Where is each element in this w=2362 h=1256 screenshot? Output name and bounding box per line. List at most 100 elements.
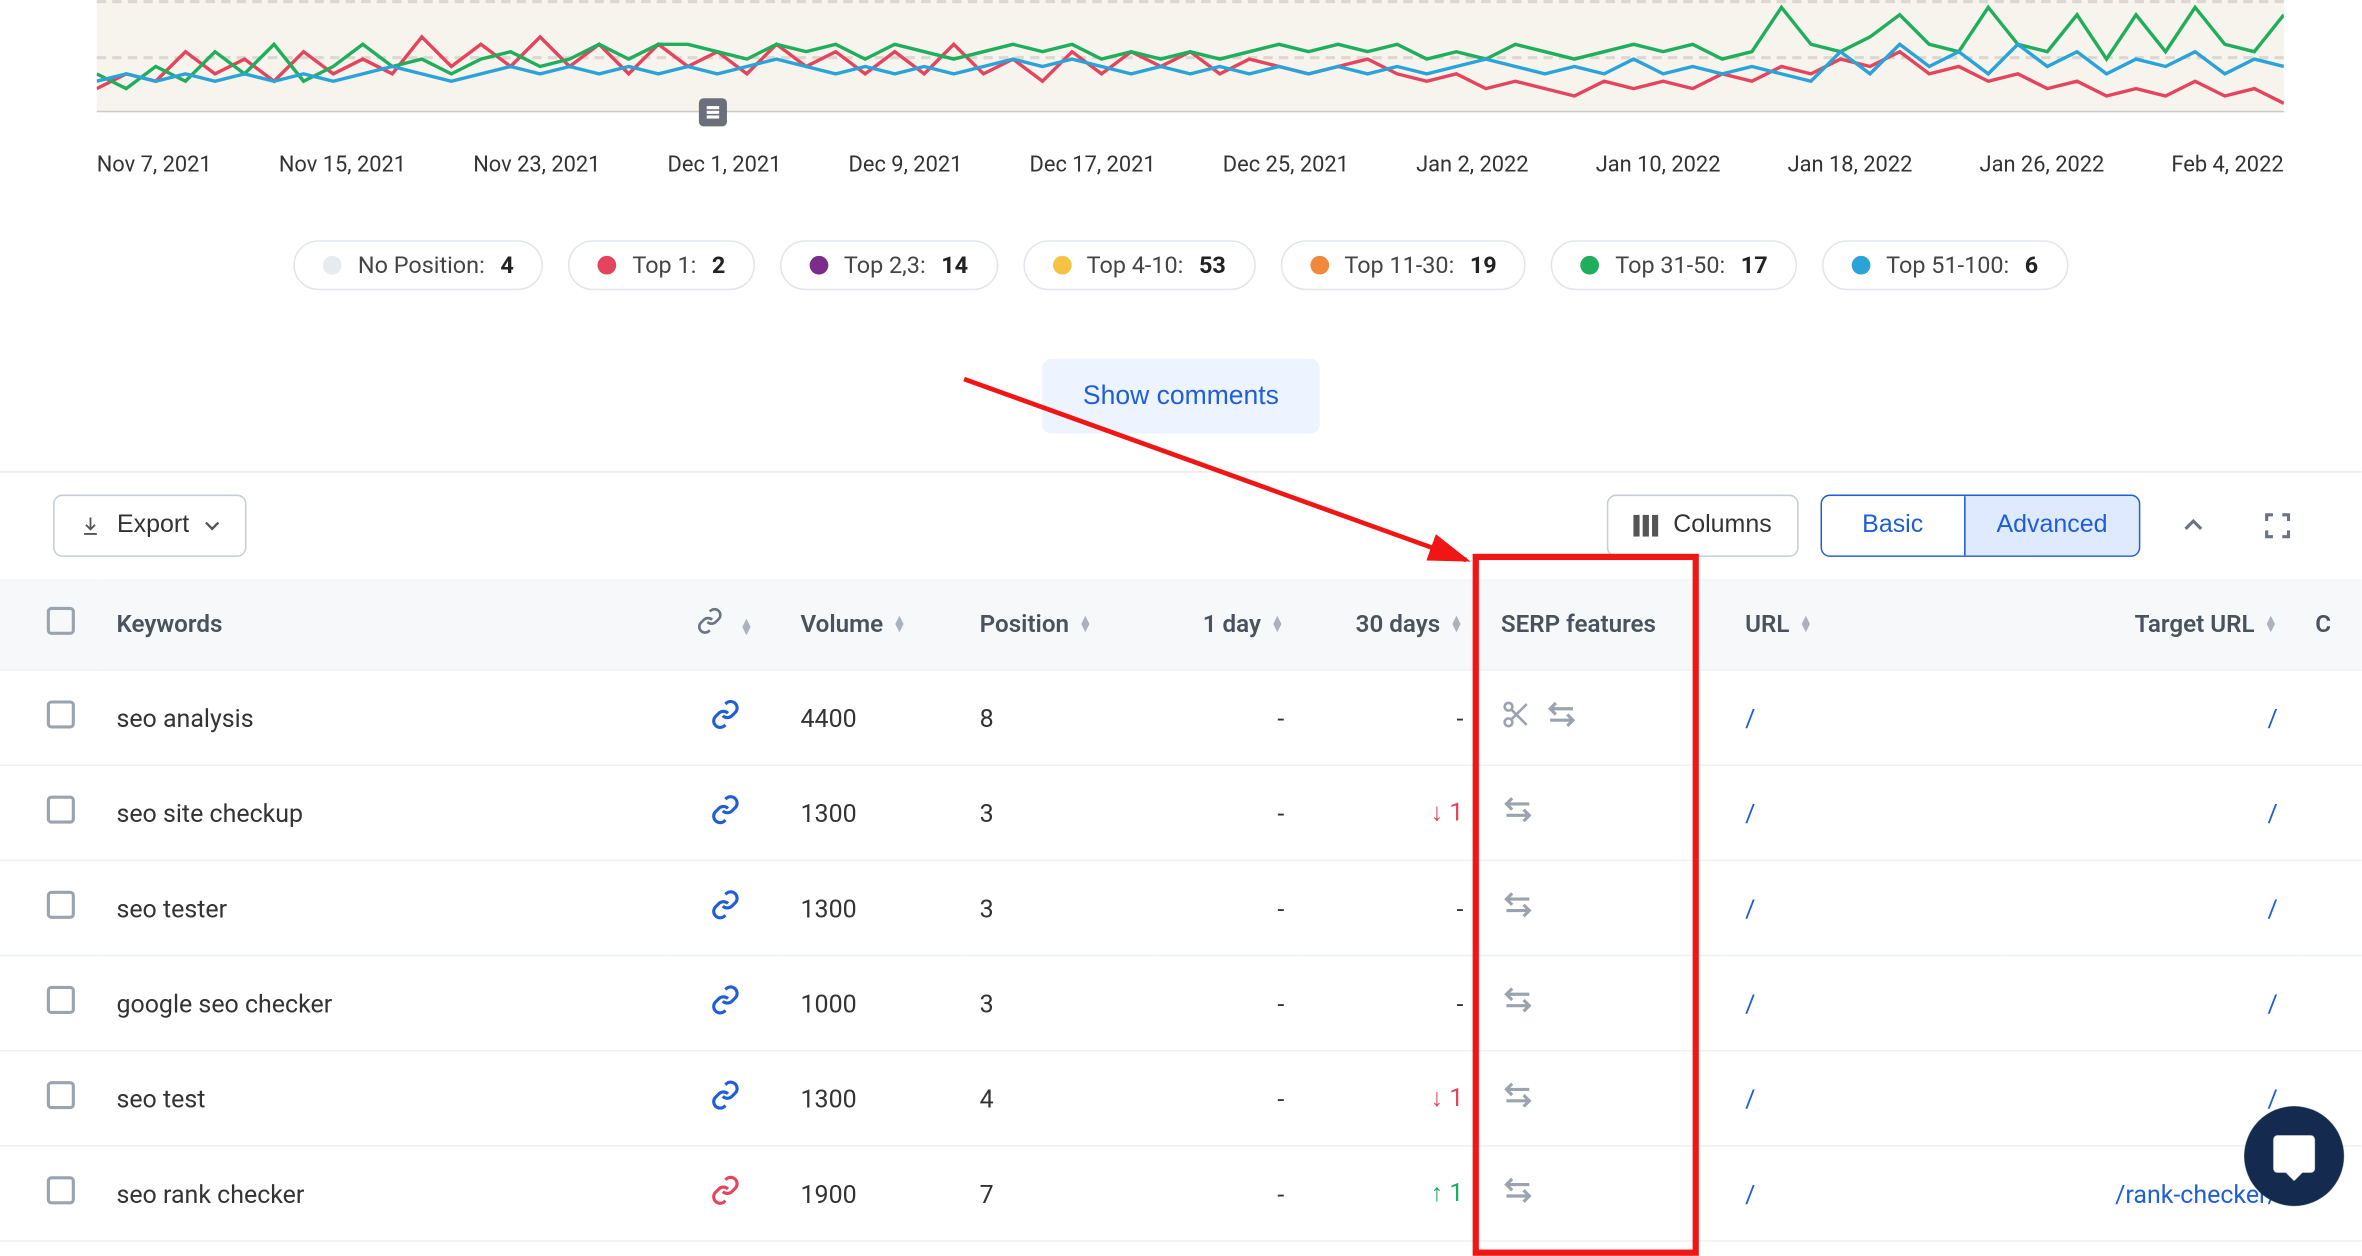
volume-cell: 1900 <box>782 1146 961 1241</box>
table-row: seo analysis44008--// <box>0 670 2362 765</box>
link-icon[interactable] <box>668 860 782 955</box>
row-checkbox[interactable] <box>47 1176 75 1204</box>
serp-cell <box>1482 670 1726 765</box>
keyword-cell[interactable]: seo site checkup <box>98 765 668 860</box>
keyword-cell[interactable]: google seo checker <box>98 955 668 1050</box>
day1-cell: - <box>1156 1051 1303 1146</box>
day1-cell: - <box>1156 1146 1303 1241</box>
select-all-checkbox[interactable] <box>47 607 75 635</box>
url-cell[interactable]: / <box>1726 860 2003 955</box>
collapse-button[interactable] <box>2162 495 2224 557</box>
keyword-cell[interactable]: seo tester <box>98 860 668 955</box>
columns-icon <box>1633 515 1658 537</box>
serp-cell <box>1482 1146 1726 1241</box>
url-cell[interactable]: / <box>1726 955 2003 1050</box>
target-url-cell[interactable]: / <box>2003 765 2296 860</box>
legend-row: No Position: 4 Top 1: 2 Top 2,3: 14 Top 4-1… <box>0 240 2362 290</box>
table-row: google seo checker10003--// <box>0 955 2362 1050</box>
advanced-button[interactable]: Advanced <box>1964 496 2139 555</box>
basic-button[interactable]: Basic <box>1822 496 1964 555</box>
table-toolbar: Export Columns Basic Advanced <box>0 471 2362 579</box>
swap-icon <box>1501 897 1535 927</box>
columns-button[interactable]: Columns <box>1606 495 1798 557</box>
serp-cell <box>1482 860 1726 955</box>
trend-cell <box>2297 955 2362 1050</box>
keyword-cell[interactable]: seo analysis <box>98 670 668 765</box>
swap-icon <box>1501 1087 1535 1117</box>
legend-item[interactable]: Top 4-10: 53 <box>1023 240 1256 290</box>
url-cell[interactable]: / <box>1726 1146 2003 1241</box>
row-checkbox[interactable] <box>47 891 75 919</box>
header-position[interactable]: Position▲▼ <box>961 579 1156 670</box>
header-volume[interactable]: Volume▲▼ <box>782 579 961 670</box>
link-icon[interactable] <box>668 1146 782 1241</box>
serp-cell <box>1482 1051 1726 1146</box>
swap-icon <box>1501 1182 1535 1212</box>
position-cell: 3 <box>961 860 1156 955</box>
url-cell[interactable]: / <box>1726 670 2003 765</box>
legend-item[interactable]: Top 11-30: 19 <box>1280 240 1526 290</box>
comment-marker-icon[interactable] <box>698 98 726 126</box>
days30-cell: ↓ 1 <box>1303 765 1482 860</box>
download-icon <box>80 515 102 537</box>
days30-cell: - <box>1303 860 1482 955</box>
position-chart: 10 0 Nov 7, 2021Nov 15, 2021Nov 23, 2021… <box>0 0 2362 178</box>
legend-item[interactable]: Top 31-50: 17 <box>1551 240 1797 290</box>
volume-cell: 1300 <box>782 765 961 860</box>
target-url-cell[interactable]: / <box>2003 860 2296 955</box>
volume-cell: 1000 <box>782 955 961 1050</box>
chevron-up-icon <box>2181 513 2206 538</box>
days30-cell: - <box>1303 670 1482 765</box>
legend-item[interactable]: No Position: 4 <box>294 240 544 290</box>
volume-cell: 4400 <box>782 670 961 765</box>
day1-cell: - <box>1156 955 1303 1050</box>
header-30days[interactable]: 30 days▲▼ <box>1303 579 1482 670</box>
row-checkbox[interactable] <box>47 986 75 1014</box>
url-cell[interactable]: / <box>1726 765 2003 860</box>
link-icon[interactable] <box>668 955 782 1050</box>
chevron-down-icon <box>205 518 221 534</box>
export-button[interactable]: Export <box>53 495 247 557</box>
table-row: seo site checkup13003-↓ 1// <box>0 765 2362 860</box>
chart-canvas[interactable] <box>97 0 2284 112</box>
header-link[interactable]: ▲▼ <box>668 579 782 670</box>
serp-cell <box>1482 955 1726 1050</box>
volume-cell: 1300 <box>782 1051 961 1146</box>
header-check <box>0 579 98 670</box>
link-icon[interactable] <box>668 765 782 860</box>
header-serp-features[interactable]: SERP features <box>1482 579 1726 670</box>
row-checkbox[interactable] <box>47 796 75 824</box>
show-comments-button[interactable]: Show comments <box>1042 359 1319 434</box>
header-url[interactable]: URL▲▼ <box>1726 579 2003 670</box>
row-checkbox[interactable] <box>47 700 75 728</box>
header-keywords[interactable]: Keywords <box>98 579 668 670</box>
table-row: seo tester13003--// <box>0 860 2362 955</box>
swap-icon <box>1501 802 1535 832</box>
days30-cell: ↓ 1 <box>1303 1051 1482 1146</box>
table-row: seo test13004-↓ 1// <box>0 1051 2362 1146</box>
chat-widget-button[interactable] <box>2244 1106 2344 1206</box>
legend-item[interactable]: Top 1: 2 <box>568 240 755 290</box>
trend-cell <box>2297 670 2362 765</box>
url-cell[interactable]: / <box>1726 1051 2003 1146</box>
legend-item[interactable]: Top 2,3: 14 <box>780 240 998 290</box>
row-checkbox[interactable] <box>47 1081 75 1109</box>
link-icon[interactable] <box>668 670 782 765</box>
fullscreen-button[interactable] <box>2246 495 2308 557</box>
position-cell: 3 <box>961 955 1156 1050</box>
keyword-cell[interactable]: seo rank checker <box>98 1146 668 1241</box>
position-cell: 8 <box>961 670 1156 765</box>
position-cell: 7 <box>961 1146 1156 1241</box>
cut-icon <box>1501 707 1532 737</box>
target-url-cell[interactable]: / <box>2003 955 2296 1050</box>
day1-cell: - <box>1156 860 1303 955</box>
keyword-cell[interactable]: seo test <box>98 1051 668 1146</box>
header-1day[interactable]: 1 day▲▼ <box>1156 579 1303 670</box>
position-cell: 4 <box>961 1051 1156 1146</box>
day1-cell: - <box>1156 765 1303 860</box>
legend-item[interactable]: Top 51-100: 6 <box>1822 240 2068 290</box>
header-cut: C <box>2297 579 2362 670</box>
link-icon[interactable] <box>668 1051 782 1146</box>
target-url-cell[interactable]: / <box>2003 670 2296 765</box>
header-target-url[interactable]: Target URL▲▼ <box>2003 579 2296 670</box>
